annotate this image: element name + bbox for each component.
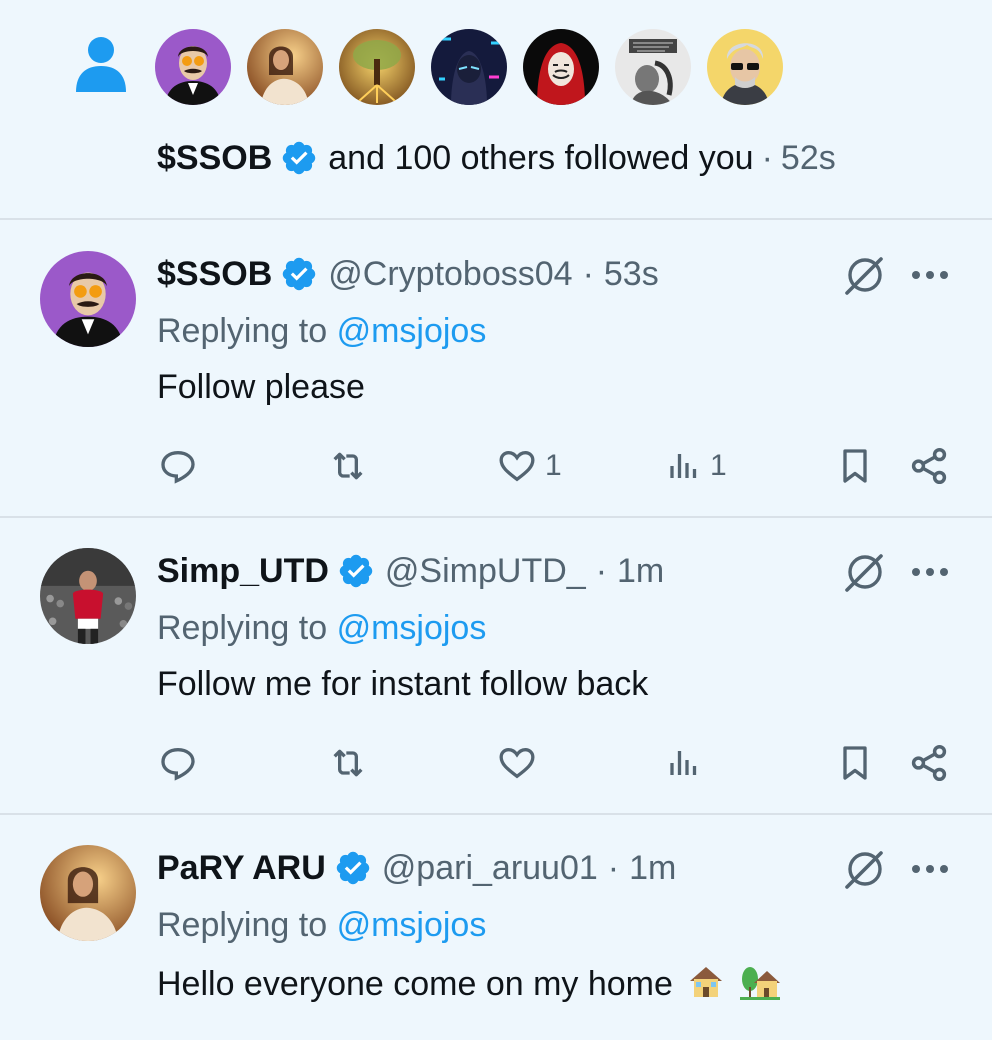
grok-icon[interactable] [843,253,887,297]
avatar-red-hood-mask-icon [523,29,599,105]
heart-icon [499,450,535,482]
display-name[interactable]: Simp_UTD [157,551,329,591]
avatar-mustache-man-icon [40,251,136,347]
handle[interactable]: @pari_aruu01 [382,848,598,888]
avatar[interactable] [247,29,323,105]
avatar[interactable] [40,251,136,347]
like-button[interactable] [497,741,545,785]
separator: · [761,139,773,177]
display-name[interactable]: $SSOB [157,254,272,294]
views-icon [670,454,697,478]
separator: · [595,552,608,590]
follower-avatars [155,29,783,105]
more-options-icon[interactable] [910,863,950,875]
share-icon [911,447,947,485]
timestamp[interactable]: 53s [604,254,659,294]
avatar-glowing-tree-icon [339,29,415,105]
share-button[interactable] [908,741,950,785]
bookmark-icon [843,746,867,780]
avatar[interactable] [615,29,691,105]
house-emoji-icon [690,967,723,997]
tweet-text-row: Hello everyone come on my home [157,961,780,1004]
views-button[interactable] [666,741,710,785]
timestamp[interactable]: 1m [617,551,664,591]
view-count: 1 [710,449,727,482]
bookmark-button[interactable] [835,444,875,488]
replying-to: Replying to @msjojos [157,905,486,945]
replying-label: Replying to [157,609,328,647]
tweet-text: Follow me for instant follow back [157,665,649,703]
display-name[interactable]: PaRY ARU [157,848,326,888]
repost-button[interactable] [327,741,369,785]
house-with-garden-emoji-icon [739,967,780,1000]
share-button[interactable] [908,444,950,488]
separator: · [582,255,594,293]
avatar[interactable] [707,29,783,105]
more-options-icon[interactable] [910,566,950,578]
tweet-header: $SSOB @Cryptoboss04 · 53s [157,254,659,294]
follow-notification[interactable]: $SSOB and 100 others followed you · 52s [0,0,992,220]
repost-icon [333,749,363,777]
follower-name[interactable]: $SSOB [157,138,272,178]
avatar[interactable] [339,29,415,105]
person-icon [76,37,126,92]
mention-link[interactable]: @msjojos [337,312,487,350]
avatar[interactable] [40,845,136,941]
tweet-header: Simp_UTD @SimpUTD_ · 1m [157,551,664,591]
grok-icon[interactable] [843,847,887,891]
avatar[interactable] [155,29,231,105]
replying-to: Replying to @msjojos [157,608,486,648]
reply-button[interactable] [158,444,198,488]
like-count: 1 [545,449,562,482]
avatar-sunglasses-man-icon [707,29,783,105]
tweet-text: Follow please [157,368,365,406]
timestamp: 52s [780,139,836,177]
avatar-mustache-man-icon [155,29,231,105]
mention-link[interactable]: @msjojos [337,609,487,647]
tweet-text: Hello everyone come on my home [157,965,673,1003]
like-button[interactable]: 1 [497,444,562,488]
tweet-actions: 1 1 [0,444,992,488]
avatar-neon-masked-icon [431,29,507,105]
grok-icon[interactable] [843,550,887,594]
replying-to: Replying to @msjojos [157,311,486,351]
reply-button[interactable] [158,741,198,785]
verified-badge-icon [283,141,316,175]
reply-icon [161,450,195,484]
separator: · [607,849,620,887]
replying-label: Replying to [157,312,328,350]
bookmark-icon [843,449,867,483]
verified-badge-icon [339,554,373,588]
tweet-actions [0,741,992,785]
mention-link[interactable]: @msjojos [337,906,487,944]
reply-icon [161,747,195,781]
repost-button[interactable] [327,444,369,488]
views-icon [670,751,697,775]
handle[interactable]: @SimpUTD_ [385,551,586,591]
bookmark-button[interactable] [835,741,875,785]
views-button[interactable]: 1 [666,444,727,488]
tweet[interactable]: $SSOB @Cryptoboss04 · 53s Replying to @m… [0,220,992,518]
avatar[interactable] [431,29,507,105]
handle[interactable]: @Cryptoboss04 [328,254,572,294]
more-options-icon[interactable] [910,269,950,281]
replying-label: Replying to [157,906,328,944]
follow-summary: $SSOB and 100 others followed you · 52s [157,138,836,178]
tweet[interactable]: Simp_UTD @SimpUTD_ · 1m Replying to @msj… [0,518,992,815]
verified-badge-icon [336,851,370,885]
timestamp[interactable]: 1m [629,848,676,888]
heart-icon [499,747,535,779]
share-icon [911,744,947,782]
tweet[interactable]: PaRY ARU @pari_aruu01 · 1m Replying to @… [0,815,992,1040]
avatar[interactable] [523,29,599,105]
follow-text: and 100 others followed you [328,139,754,177]
repost-icon [333,452,363,480]
avatar-woman-warm-icon [40,845,136,941]
tweet-header: PaRY ARU @pari_aruu01 · 1m [157,848,676,888]
avatar-bw-portrait-icon [615,29,691,105]
avatar-football-player-icon [40,548,136,644]
verified-badge-icon [283,257,316,291]
avatar-woman-warm-icon [247,29,323,105]
avatar[interactable] [40,548,136,644]
